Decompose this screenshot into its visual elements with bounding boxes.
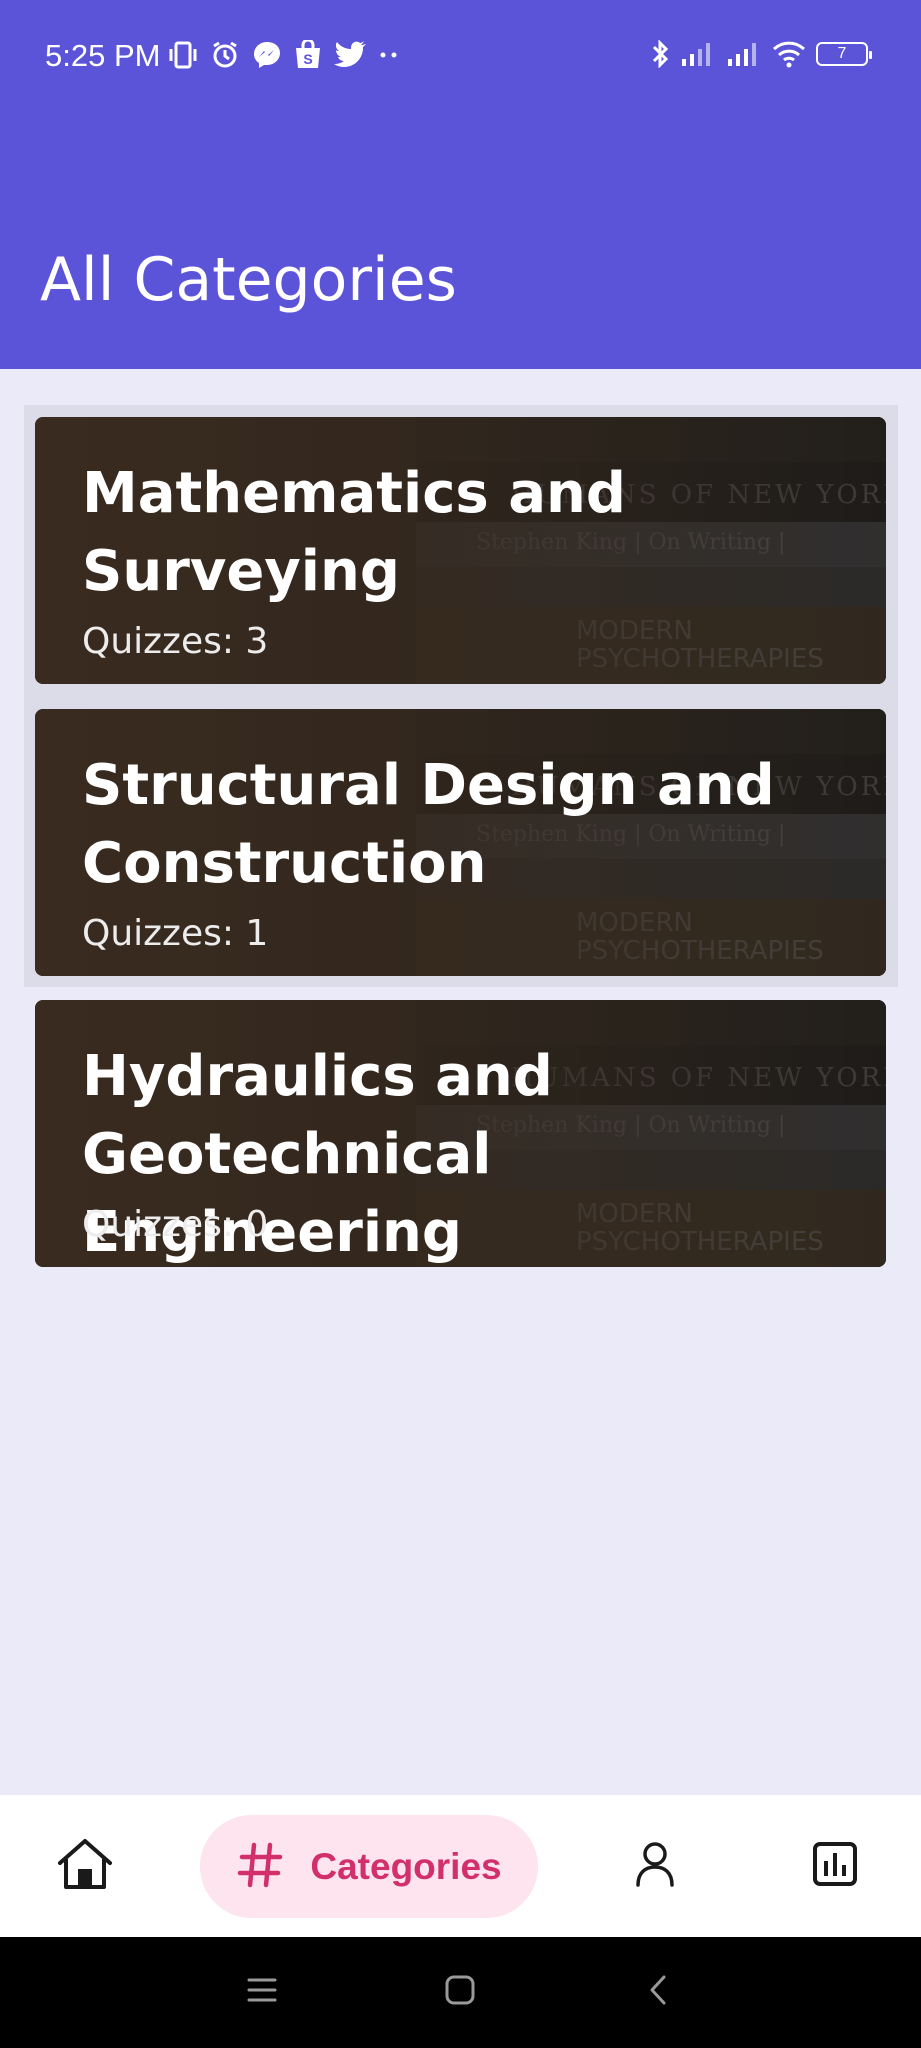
quiz-count: Quizzes: 0	[82, 1204, 269, 1245]
back-icon	[647, 1974, 669, 2010]
screen: 5:25 PM S 7 All Categories Mathematics a…	[0, 0, 921, 2048]
battery-icon: 7	[816, 42, 872, 66]
category-title: Structural Design and Construction	[82, 753, 775, 896]
status-bar: 5:25 PM S 7	[0, 0, 921, 112]
nav-home[interactable]	[40, 1795, 130, 1937]
page-title: All Categories	[40, 245, 457, 315]
bar-chart-icon	[812, 1841, 858, 1891]
bottom-nav: Categories	[0, 1795, 921, 1937]
nav-categories[interactable]: Categories	[200, 1815, 538, 1918]
messenger-icon	[252, 40, 282, 70]
bluetooth-icon	[650, 40, 670, 68]
user-icon	[635, 1841, 675, 1891]
shop-icon: S	[294, 40, 322, 70]
more-dots-icon	[378, 50, 400, 60]
quiz-count: Quizzes: 1	[82, 913, 269, 954]
hashtag-icon	[236, 1841, 284, 1893]
signal-icon	[726, 41, 762, 67]
signal-icon	[680, 41, 716, 67]
notification-icons: S	[168, 40, 400, 70]
category-card[interactable]: HUMANS OF NEW YORK Stephen King | On Wri…	[35, 417, 886, 684]
app-header: 5:25 PM S 7 All Categories	[0, 0, 921, 369]
system-status-icons: 7	[650, 40, 872, 68]
quiz-count: Quizzes: 3	[82, 621, 269, 662]
wifi-icon	[772, 40, 806, 68]
category-card[interactable]: HUMANS OF NEW YORK Stephen King | On Wri…	[35, 709, 886, 976]
alarm-icon	[210, 40, 240, 70]
vibrate-icon	[168, 41, 198, 69]
status-time: 5:25 PM	[45, 38, 161, 73]
nav-profile[interactable]	[610, 1795, 700, 1937]
category-title: Mathematics and Surveying	[82, 461, 627, 604]
twitter-icon	[334, 41, 366, 69]
category-card[interactable]: HUMANS OF NEW YORK Stephen King | On Wri…	[35, 1000, 886, 1267]
home-icon	[56, 1837, 114, 1895]
menu-icon	[247, 1977, 277, 2007]
svg-text:S: S	[303, 51, 312, 67]
home-button[interactable]	[440, 1972, 480, 2012]
system-nav-bar	[0, 1937, 921, 2048]
back-button[interactable]	[638, 1972, 678, 2012]
nav-stats[interactable]	[790, 1795, 880, 1937]
nav-categories-label: Categories	[310, 1845, 502, 1887]
menu-button[interactable]	[242, 1972, 282, 2012]
home-square-icon	[444, 1974, 476, 2010]
